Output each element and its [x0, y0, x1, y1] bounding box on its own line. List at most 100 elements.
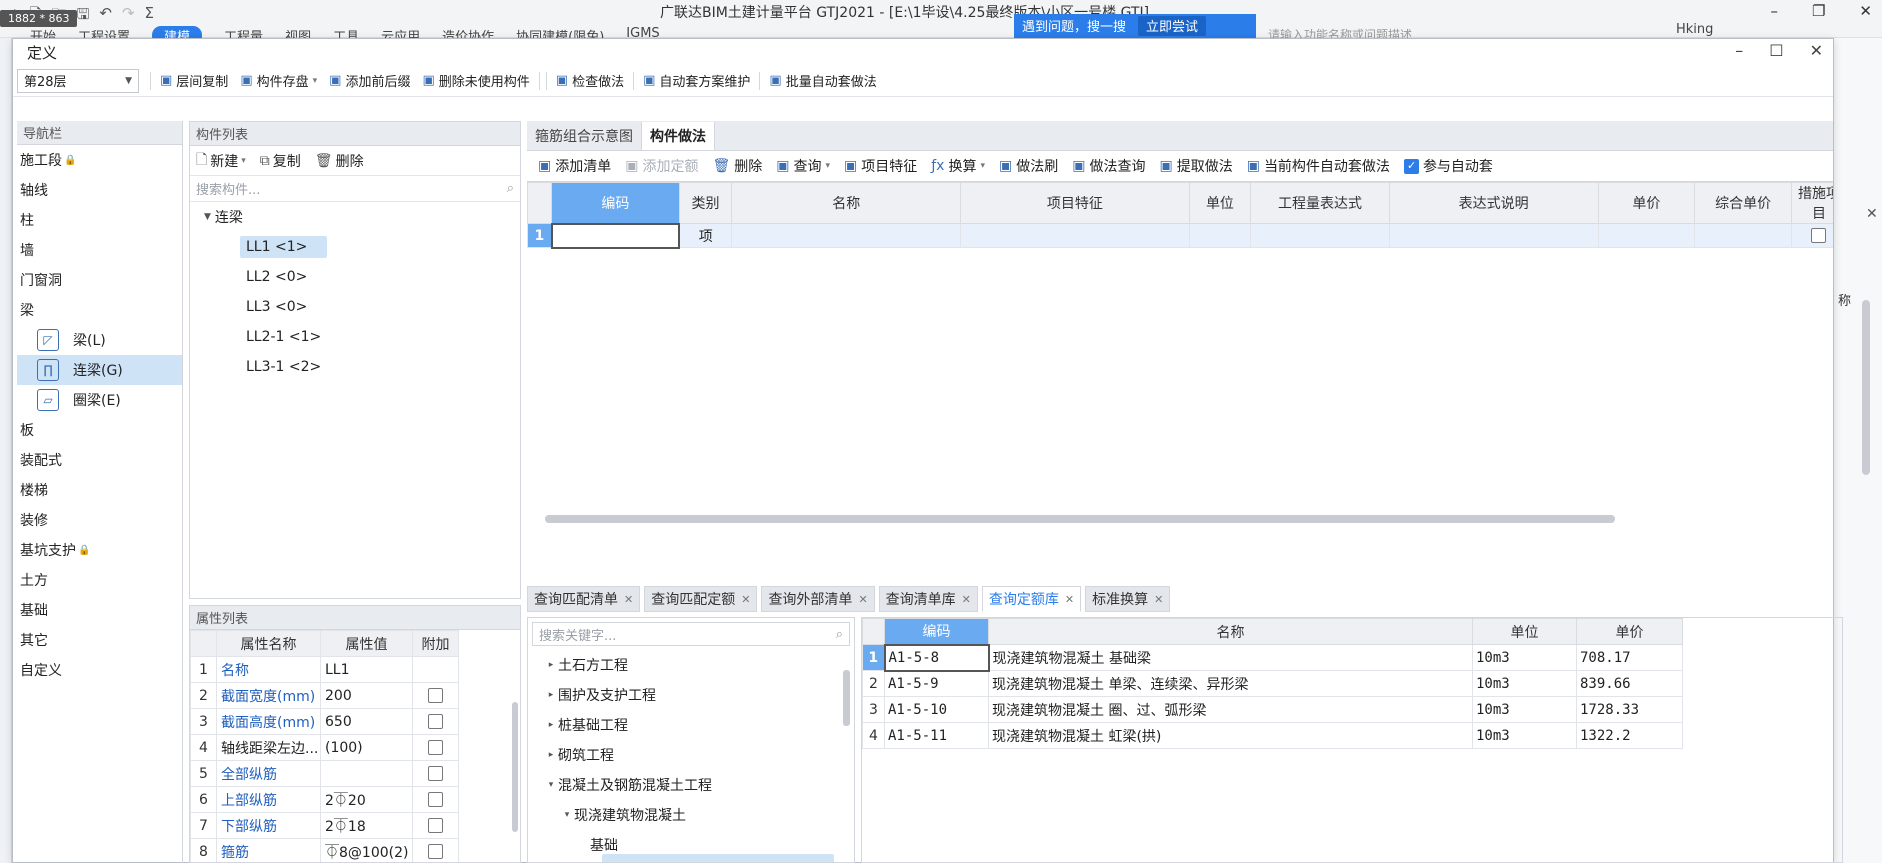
method-header-cell[interactable]: 名称 — [731, 182, 962, 224]
quota-code[interactable]: A1-5-11 — [884, 722, 989, 749]
method-cell-price[interactable] — [1597, 223, 1696, 248]
minimize-icon[interactable]: – — [1735, 41, 1743, 60]
extra-checkbox[interactable] — [428, 792, 443, 807]
quota-category-item[interactable]: ▸ 土石方工程 — [528, 650, 854, 680]
properties-scrollbar[interactable] — [512, 702, 518, 832]
query-tab[interactable]: 标准换算 ✕ — [1085, 586, 1171, 612]
method-header-cell[interactable]: 措施项目 — [1790, 182, 1833, 224]
property-value[interactable]: 2⏁18 — [320, 812, 413, 839]
property-row[interactable]: 2 截面宽度(mm) 200 — [190, 682, 459, 709]
quota-name[interactable]: 现浇建筑物混凝土 单梁、连续梁、异形梁 — [988, 670, 1473, 697]
method-tool-button[interactable]: ▣ 添加清单 — [533, 156, 616, 176]
quota-header-unit[interactable]: 单位 — [1472, 618, 1577, 645]
close-icon[interactable]: ✕ — [1866, 206, 1878, 222]
component-item[interactable]: LL2 <0> — [190, 262, 520, 292]
close-icon[interactable]: ✕ — [624, 593, 633, 606]
quota-category-item[interactable]: ▸ 砌筑工程 — [528, 740, 854, 770]
floor-select[interactable]: 第28层 ▼ — [17, 68, 139, 93]
method-header-cell[interactable]: 项目特征 — [960, 182, 1190, 224]
copy-component-button[interactable]: ⧉ 复制 — [260, 151, 301, 171]
query-tab[interactable]: 查询外部清单 ✕ — [761, 586, 875, 612]
nav-item[interactable]: 梁 — [17, 295, 182, 325]
quota-name[interactable]: 现浇建筑物混凝土 圈、过、弧形梁 — [988, 696, 1473, 723]
nav-item[interactable]: 自定义 — [17, 655, 182, 685]
delete-component-button[interactable]: 🗑 删除 — [315, 151, 364, 171]
quota-category-item[interactable]: ▾ 现浇建筑物混凝土 — [528, 800, 854, 830]
close-icon[interactable]: ✕ — [741, 593, 750, 606]
query-tab[interactable]: 查询匹配定额 ✕ — [644, 586, 758, 612]
quota-code[interactable]: A1-5-10 — [884, 696, 989, 723]
nav-item[interactable]: 楼梯 — [17, 475, 182, 505]
chevron-down-icon[interactable]: ▼ — [204, 212, 211, 222]
quota-category-item[interactable]: ▾ 混凝土及钢筋混凝土工程 — [528, 770, 854, 800]
method-tool-button[interactable]: ▣ 查询 ▾ — [771, 156, 835, 176]
nav-item[interactable]: 轴线 — [17, 175, 182, 205]
method-header-cell[interactable]: 编码 — [551, 182, 680, 224]
method-header-cell[interactable]: 类别 — [678, 182, 733, 224]
property-value[interactable]: LL1 — [320, 656, 413, 683]
component-item[interactable]: LL3 <0> — [190, 292, 520, 322]
method-tool-button[interactable]: ƒx 换算 ▾ — [926, 156, 990, 176]
property-value[interactable] — [320, 760, 413, 787]
method-header-cell[interactable]: 单价 — [1597, 182, 1696, 224]
quota-name[interactable]: 现浇建筑物混凝土 虹梁(拱) — [988, 722, 1473, 749]
extra-checkbox[interactable] — [428, 766, 443, 781]
query-tab[interactable]: 查询清单库 ✕ — [878, 586, 978, 612]
property-value[interactable]: 200 — [320, 682, 413, 709]
method-cell-total[interactable] — [1694, 223, 1792, 248]
method-tool-button[interactable]: ▣ 做法查询 — [1067, 156, 1150, 176]
maximize-icon[interactable]: ☐ — [1769, 41, 1783, 60]
method-tool-button[interactable]: 🗑 删除 — [707, 156, 767, 176]
close-icon[interactable]: ✕ — [1859, 2, 1872, 20]
method-tool-button[interactable]: ▣ 做法刷 — [994, 156, 1063, 176]
nav-item[interactable]: 施工段 🔒 — [17, 145, 182, 175]
toolbar-button[interactable]: ▣ 添加前后缀 — [323, 69, 416, 93]
extra-checkbox[interactable] — [428, 818, 443, 833]
nav-item[interactable]: 柱 — [17, 205, 182, 235]
close-icon[interactable]: ✕ — [1810, 41, 1823, 60]
method-tool-button[interactable]: ▣ 提取做法 — [1154, 156, 1237, 176]
method-cell-unit[interactable] — [1188, 223, 1252, 248]
property-row[interactable]: 6 上部纵筋 2⏁20 — [190, 786, 459, 813]
extra-checkbox[interactable] — [428, 740, 443, 755]
close-icon[interactable]: ✕ — [962, 593, 971, 606]
toolbar-button[interactable]: ▣ 自动套方案维护 — [637, 69, 756, 93]
property-value[interactable]: ⏁8@100(2) — [320, 838, 413, 862]
property-value[interactable]: (100) — [320, 734, 413, 761]
property-value[interactable]: 650 — [320, 708, 413, 735]
nav-item[interactable]: 板 — [17, 415, 182, 445]
nav-item[interactable]: 土方 — [17, 565, 182, 595]
toolbar-button[interactable]: ▣ 检查做法 — [550, 69, 630, 93]
quota-price[interactable]: 839.66 — [1576, 670, 1683, 697]
property-row[interactable]: 1 名称 LL1 — [190, 656, 459, 683]
quota-unit[interactable]: 10m3 — [1472, 722, 1577, 749]
chevron-right-icon[interactable]: ▸ — [544, 660, 558, 670]
chevron-down-icon[interactable]: ▾ — [544, 780, 558, 790]
method-code-cell[interactable] — [550, 222, 681, 249]
nav-item[interactable]: ∏ 连梁(G) — [17, 355, 182, 385]
close-icon[interactable]: ✕ — [858, 593, 867, 606]
method-cell-desc[interactable] — [1388, 223, 1599, 248]
promo-banner[interactable]: 遇到问题，搜一搜 立即尝试 — [1014, 14, 1256, 38]
quota-name[interactable]: 现浇建筑物混凝土 基础梁 — [988, 644, 1473, 671]
nav-item[interactable]: 墙 — [17, 235, 182, 265]
method-cell-name[interactable] — [731, 223, 962, 248]
quota-price[interactable]: 708.17 — [1576, 644, 1683, 671]
method-row[interactable]: 1项 — [527, 222, 1833, 249]
chevron-right-icon[interactable]: ▸ — [544, 720, 558, 730]
quota-row[interactable]: 3 A1-5-10 现浇建筑物混凝土 圈、过、弧形梁 10m3 1728.33 — [862, 696, 1683, 723]
quota-category-item[interactable]: ▸ 围护及支护工程 — [528, 680, 854, 710]
extra-checkbox[interactable] — [428, 688, 443, 703]
search-icon[interactable]: ⌕ — [507, 181, 514, 196]
quota-price[interactable]: 1728.33 — [1576, 696, 1683, 723]
query-tab[interactable]: 查询定额库 ✕ — [981, 586, 1082, 612]
background-scrollbar[interactable] — [1862, 300, 1870, 475]
property-row[interactable]: 3 截面高度(mm) 650 — [190, 708, 459, 735]
property-row[interactable]: 4 轴线距梁左边... (100) — [190, 734, 459, 761]
nav-item[interactable]: 装修 — [17, 505, 182, 535]
query-tab[interactable]: 查询匹配清单 ✕ — [527, 586, 641, 612]
method-header-cell[interactable]: 单位 — [1188, 182, 1252, 224]
toolbar-button[interactable]: ▣ 批量自动套做法 — [763, 69, 882, 93]
quota-code[interactable]: A1-5-9 — [884, 670, 989, 697]
quota-header-price[interactable]: 单价 — [1576, 618, 1683, 645]
